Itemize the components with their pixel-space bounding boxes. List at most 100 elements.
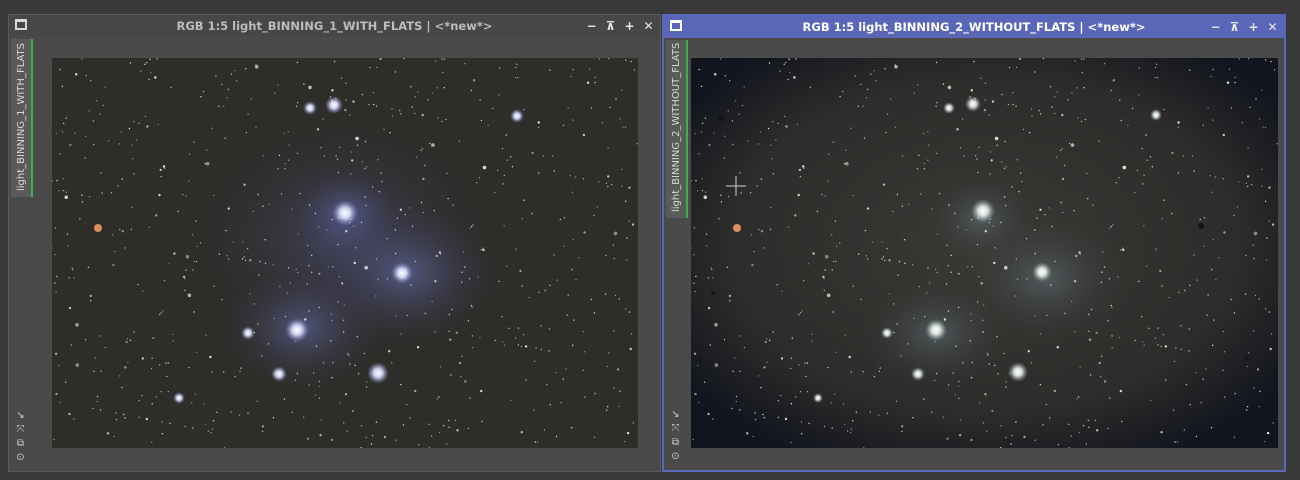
star	[503, 174, 505, 177]
star	[89, 300, 92, 302]
star	[1234, 76, 1236, 79]
star	[99, 335, 102, 337]
star	[1110, 225, 1112, 228]
star	[832, 260, 835, 263]
view-icon[interactable]: ⊙	[670, 451, 681, 462]
shade-button[interactable]: ⊼	[603, 17, 618, 35]
star	[990, 159, 993, 162]
star	[1067, 99, 1069, 101]
star	[318, 306, 320, 309]
star	[308, 85, 312, 90]
star	[1001, 93, 1003, 96]
star	[1207, 294, 1209, 296]
star	[889, 98, 892, 100]
star	[1189, 284, 1191, 286]
star	[584, 351, 586, 353]
star	[330, 313, 332, 315]
resize-icon[interactable]: ↘	[670, 409, 681, 420]
shade-button[interactable]: ⊼	[1227, 18, 1242, 36]
image-canvas[interactable]	[52, 58, 638, 448]
star	[167, 390, 169, 393]
star	[100, 370, 102, 372]
star	[536, 441, 539, 443]
star	[916, 168, 919, 170]
star	[308, 204, 311, 206]
star	[572, 119, 574, 121]
star	[927, 267, 929, 269]
star	[789, 71, 791, 74]
close-button[interactable]: ✕	[1265, 18, 1280, 36]
star	[803, 167, 805, 169]
star	[467, 320, 470, 322]
star	[1078, 251, 1081, 254]
minimize-button[interactable]: −	[1208, 18, 1223, 36]
star	[988, 222, 990, 224]
star	[950, 254, 952, 257]
star	[273, 317, 276, 320]
star	[1088, 426, 1090, 428]
star	[1149, 156, 1152, 158]
star	[1004, 265, 1008, 270]
star	[1254, 294, 1257, 297]
star	[993, 261, 996, 265]
star	[342, 331, 345, 333]
star	[477, 276, 479, 278]
star	[400, 333, 402, 335]
star	[1160, 345, 1162, 348]
star	[971, 266, 974, 268]
star	[766, 361, 768, 363]
star	[188, 366, 190, 369]
duplicate-icon[interactable]: ⧉	[670, 437, 681, 448]
image-canvas[interactable]	[691, 58, 1278, 448]
maximize-button[interactable]: +	[1246, 18, 1261, 36]
maximize-button[interactable]: +	[622, 17, 637, 35]
star	[903, 239, 906, 241]
resize-icon[interactable]: ↘	[15, 410, 26, 421]
titlebar-left[interactable]: RGB 1:5 light_BINNING_1_WITH_FLATS | <*n…	[9, 15, 660, 37]
star	[441, 120, 443, 123]
view-tab[interactable]: light_BINNING_2_WITHOUT_FLATS	[666, 40, 688, 218]
star	[241, 241, 244, 243]
star	[88, 110, 90, 112]
star	[262, 205, 264, 207]
star	[1211, 344, 1214, 346]
image-window-right[interactable]: RGB 1:5 light_BINNING_2_WITHOUT_FLATS | …	[662, 14, 1286, 472]
duplicate-icon[interactable]: ⧉	[15, 438, 26, 449]
star	[448, 330, 450, 332]
minimize-button[interactable]: −	[584, 17, 599, 35]
fit-icon[interactable]: ⤧	[670, 423, 681, 434]
fit-icon[interactable]: ⤧	[15, 424, 26, 435]
star	[901, 425, 904, 428]
titlebar-right[interactable]: RGB 1:5 light_BINNING_2_WITHOUT_FLATS | …	[664, 16, 1284, 38]
star	[360, 425, 363, 427]
star	[751, 263, 754, 267]
star	[1011, 434, 1013, 437]
star	[287, 159, 290, 161]
close-button[interactable]: ✕	[641, 17, 656, 35]
star	[1120, 249, 1122, 251]
star	[409, 417, 411, 419]
star	[923, 162, 926, 165]
star	[1189, 69, 1191, 71]
star	[182, 275, 186, 279]
star	[769, 339, 771, 341]
star	[118, 143, 121, 145]
image-window-left[interactable]: RGB 1:5 light_BINNING_1_WITH_FLATS | <*n…	[8, 14, 661, 472]
star	[1230, 107, 1233, 109]
star	[286, 292, 288, 294]
star	[752, 435, 754, 438]
star	[936, 152, 938, 154]
star	[607, 185, 609, 188]
star	[188, 153, 191, 155]
star	[750, 234, 753, 236]
star	[1070, 435, 1072, 437]
view-icon[interactable]: ⊙	[15, 452, 26, 463]
star	[613, 387, 615, 389]
star	[291, 208, 293, 210]
star	[991, 409, 994, 413]
star	[221, 83, 223, 86]
star	[740, 192, 742, 194]
star	[259, 261, 261, 263]
star	[765, 338, 768, 340]
view-tab[interactable]: light_BINNING_1_WITH_FLATS	[11, 39, 33, 197]
